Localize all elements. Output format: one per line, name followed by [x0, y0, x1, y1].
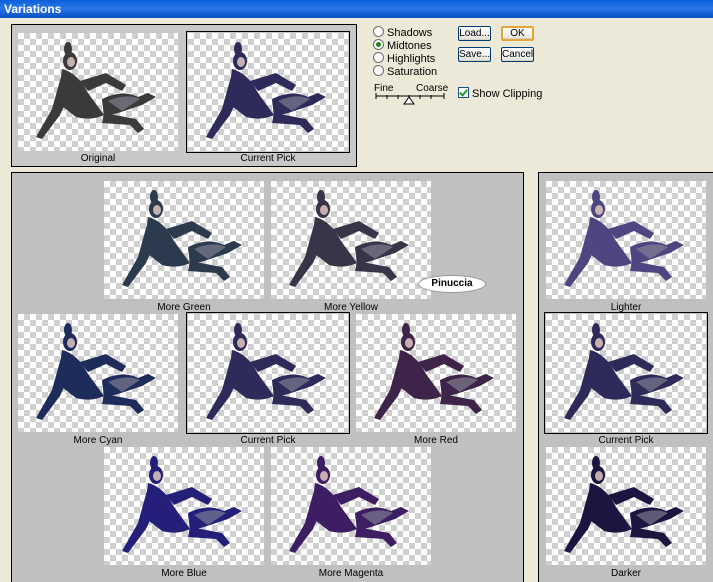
current-pick-grid-thumbnail[interactable]	[186, 312, 350, 434]
radio-saturation[interactable]: Saturation	[373, 65, 437, 78]
current-pick-caption: Current Pick	[240, 153, 296, 164]
radio-midtones[interactable]: Midtones	[373, 39, 432, 52]
watermark-label: Pinuccia	[418, 275, 486, 293]
lighter-caption: Lighter	[610, 302, 642, 313]
figure-image	[289, 190, 409, 287]
figure-image	[206, 323, 326, 420]
figure-image	[564, 190, 684, 287]
radio-button[interactable]	[373, 39, 384, 50]
window-title: Variations	[0, 0, 713, 18]
radio-label: Highlights	[387, 53, 436, 65]
original-caption: Original	[80, 153, 116, 164]
checkbox-box[interactable]	[458, 87, 469, 98]
more-magenta-caption: More Magenta	[318, 568, 384, 579]
radio-button[interactable]	[373, 26, 384, 37]
radio-button[interactable]	[373, 65, 384, 76]
darker-caption: Darker	[610, 568, 641, 579]
figure-image	[206, 42, 326, 139]
slider-thumb-icon	[403, 96, 415, 105]
radio-shadows[interactable]: Shadows	[373, 26, 432, 39]
more-green-caption: More Green	[157, 302, 211, 313]
radio-label: Midtones	[387, 40, 432, 52]
radio-highlights[interactable]: Highlights	[373, 52, 435, 65]
original-thumbnail[interactable]	[18, 33, 178, 151]
more-green-thumbnail[interactable]	[104, 181, 264, 299]
compare-panel: Original Current Pick	[11, 24, 357, 167]
radio-label: Shadows	[387, 27, 433, 39]
figure-image	[122, 190, 242, 287]
current-pick-thumbnail[interactable]	[186, 31, 350, 153]
figure-image	[374, 323, 494, 420]
more-cyan-thumbnail[interactable]	[18, 314, 178, 432]
more-cyan-caption: More Cyan	[73, 435, 123, 446]
show-clipping-checkbox[interactable]: Show Clipping	[458, 87, 542, 101]
radio-button[interactable]	[373, 52, 384, 63]
more-red-thumbnail[interactable]	[356, 314, 516, 432]
figure-image	[289, 456, 409, 553]
more-blue-caption: More Blue	[161, 568, 207, 579]
brightness-panel: Lighter Current Pick Darker	[538, 172, 713, 582]
color-variations-panel: More Green More Yellow More Cyan Current…	[11, 172, 524, 582]
darker-thumbnail[interactable]	[546, 447, 706, 565]
show-clipping-label: Show Clipping	[472, 88, 543, 100]
current-pick-grid-caption: Current Pick	[240, 435, 296, 446]
save-button[interactable]: Save...	[458, 47, 491, 62]
figure-image	[36, 42, 156, 139]
ok-button[interactable]: OK	[501, 26, 534, 41]
more-yellow-caption: More Yellow	[324, 302, 378, 313]
cancel-button[interactable]: Cancel	[501, 47, 534, 62]
figure-image	[564, 456, 684, 553]
radio-label: Saturation	[387, 66, 438, 78]
figure-image	[564, 323, 684, 420]
figure-image	[36, 323, 156, 420]
current-pick-brightness-caption: Current Pick	[598, 435, 654, 446]
more-blue-thumbnail[interactable]	[104, 447, 264, 565]
figure-image	[122, 456, 242, 553]
more-magenta-thumbnail[interactable]	[271, 447, 431, 565]
lighter-thumbnail[interactable]	[546, 181, 706, 299]
load-button[interactable]: Load...	[458, 26, 491, 41]
more-yellow-thumbnail[interactable]	[271, 181, 431, 299]
fine-coarse-slider[interactable]	[374, 93, 446, 105]
current-pick-brightness-thumbnail[interactable]	[544, 312, 708, 434]
more-red-caption: More Red	[414, 435, 458, 446]
